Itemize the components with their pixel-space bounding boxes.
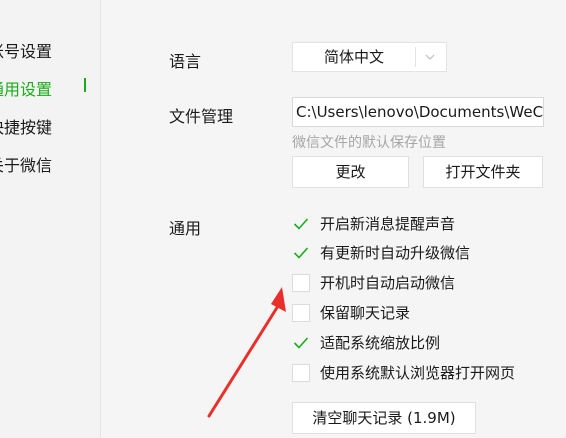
option-label: 有更新时自动升级微信	[320, 244, 471, 262]
sidebar-item-about[interactable]: 关于微信	[0, 152, 52, 176]
general-label: 通用	[169, 219, 202, 238]
settings-sidebar: 账号设置 通用设置 快捷按键 关于微信	[0, 0, 100, 438]
change-button[interactable]: 更改	[292, 156, 409, 188]
checkbox-auto-update[interactable]	[292, 244, 310, 262]
option-label: 使用系统默认浏览器打开网页	[320, 364, 516, 382]
checkbox-new-message-sound[interactable]	[292, 215, 310, 233]
open-folder-button[interactable]: 打开文件夹	[423, 156, 543, 188]
checkbox-system-scaling[interactable]	[292, 334, 310, 352]
sidebar-item-general[interactable]: 通用设置	[0, 76, 52, 100]
checkbox-default-browser[interactable]	[292, 364, 310, 382]
select-separator	[415, 47, 416, 67]
clear-chat-history-button[interactable]: 清空聊天记录 (1.9M)	[292, 402, 476, 434]
language-select[interactable]: 简体中文	[292, 42, 447, 72]
checkbox-keep-chat-history[interactable]	[292, 304, 310, 322]
option-label: 开启新消息提醒声音	[320, 215, 456, 233]
checkmark-icon	[293, 247, 309, 259]
language-label: 语言	[169, 52, 202, 71]
file-management-label: 文件管理	[169, 107, 234, 126]
sidebar-item-account[interactable]: 账号设置	[0, 38, 52, 62]
language-select-value: 简体中文	[323, 48, 384, 66]
file-path-value: C:\Users\lenovo\Documents\WeChat Files	[296, 103, 544, 121]
chevron-down-icon	[425, 54, 435, 60]
option-label: 保留聊天记录	[320, 304, 411, 322]
file-path-hint: 微信文件的默认保存位置	[292, 135, 446, 151]
checkbox-auto-start[interactable]	[292, 274, 310, 292]
file-path-field[interactable]: C:\Users\lenovo\Documents\WeChat Files	[292, 97, 544, 127]
option-label: 开机时自动启动微信	[320, 274, 456, 292]
option-label: 适配系统缩放比例	[320, 334, 441, 352]
sidebar-item-shortcuts[interactable]: 快捷按键	[0, 114, 52, 138]
checkmark-icon	[293, 218, 309, 230]
active-indicator	[84, 78, 86, 92]
checkmark-icon	[293, 337, 309, 349]
settings-window: 账号设置 通用设置 快捷按键 关于微信 语言 简体中文 文件管理 C:\User…	[0, 0, 566, 438]
